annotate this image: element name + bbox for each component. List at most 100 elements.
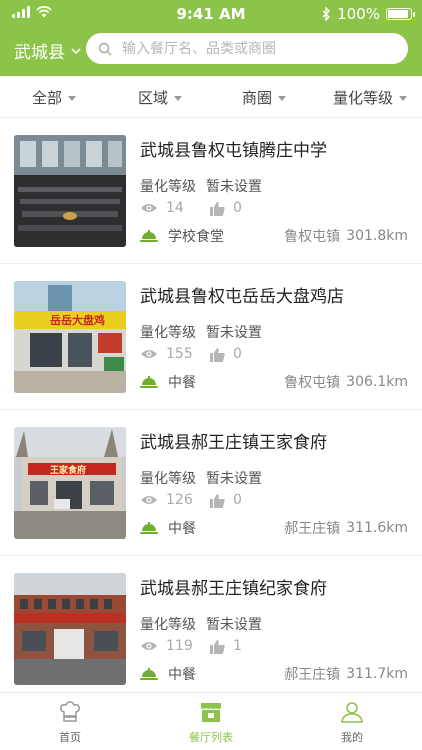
- restaurant-category: 学校食堂: [168, 229, 224, 245]
- thumbs-up-icon[interactable]: [210, 347, 225, 362]
- grade-value: 暂未设置: [206, 617, 262, 633]
- filter-all[interactable]: 全部: [32, 76, 77, 118]
- caret-down-icon: [399, 95, 408, 101]
- caret-down-icon: [68, 95, 77, 101]
- caret-down-icon: [174, 95, 183, 101]
- restaurant-name: 武城县郝王庄镇纪家食府: [140, 579, 327, 599]
- restaurant-icon: [201, 703, 221, 722]
- view-count: 14: [166, 200, 184, 216]
- restaurant-name: 武城县鲁权屯岳岳大盘鸡店: [140, 287, 344, 307]
- grade-value: 暂未设置: [206, 325, 262, 341]
- chevron-down-icon: [71, 47, 81, 54]
- restaurant-location: 鲁权屯镇: [284, 375, 341, 391]
- search-icon: [98, 42, 112, 56]
- tab-label: 首页: [59, 731, 81, 744]
- restaurant-photo: 岳岳大盘鸡: [14, 281, 126, 393]
- tab-home[interactable]: 首页: [0, 693, 140, 750]
- battery-percent: 100%: [337, 5, 380, 23]
- restaurant-card[interactable]: 岳岳大盘鸡 武城县鲁权屯岳岳大盘鸡店 量化等级 暂未设置 155 0 中餐 鲁权屯…: [0, 264, 422, 410]
- restaurant-category: 中餐: [168, 521, 196, 537]
- eye-icon: [141, 642, 157, 650]
- header-bar: 9:41 AM 100% 武城县: [0, 0, 422, 76]
- grade-row: 量化等级 暂未设置: [140, 614, 262, 634]
- category-row: 中餐 郝王庄镇 311.6km: [140, 518, 408, 538]
- battery-icon: [386, 8, 415, 20]
- tab-label: 我的: [341, 731, 363, 744]
- stats-row: 126 0: [140, 492, 277, 508]
- view-count: 119: [166, 638, 193, 654]
- grade-label: 量化等级: [140, 179, 196, 195]
- sign-text: 王家食府: [50, 464, 86, 476]
- grade-value: 暂未设置: [206, 179, 262, 195]
- search-box[interactable]: [86, 33, 408, 64]
- user-icon: [341, 702, 363, 723]
- restaurant-photo: [14, 135, 126, 247]
- eye-icon: [141, 496, 157, 504]
- restaurant-category: 中餐: [168, 375, 196, 391]
- filter-business-district[interactable]: 商圈: [242, 76, 287, 118]
- chef-hat-icon: [60, 701, 80, 722]
- tab-bar: 首页 餐厅列表 我的: [0, 692, 422, 750]
- thumbs-up-icon[interactable]: [210, 493, 225, 508]
- like-count: 0: [233, 346, 242, 362]
- dish-cover-icon: [140, 668, 158, 680]
- tab-restaurant-list[interactable]: 餐厅列表: [141, 693, 281, 750]
- search-input[interactable]: [122, 40, 382, 57]
- grade-label: 量化等级: [140, 471, 196, 487]
- like-count: 1: [233, 638, 242, 654]
- bluetooth-icon: [322, 7, 331, 21]
- eye-icon: [141, 350, 157, 358]
- thumbs-up-icon[interactable]: [210, 639, 225, 654]
- view-count: 155: [166, 346, 193, 362]
- restaurant-name: 武城县鲁权屯镇腾庄中学: [140, 141, 327, 161]
- category-row: 中餐 鲁权屯镇 306.1km: [140, 372, 408, 392]
- filter-label: 商圈: [242, 88, 273, 107]
- stats-row: 155 0: [140, 346, 277, 362]
- grade-label: 量化等级: [140, 325, 196, 341]
- grade-row: 量化等级 暂未设置: [140, 468, 262, 488]
- sign-text: 岳岳大盘鸡: [50, 313, 105, 327]
- restaurant-photo: 王家食府: [14, 427, 126, 539]
- like-count: 0: [233, 200, 242, 216]
- stats-row: 119 1: [140, 638, 277, 654]
- restaurant-distance: 301.8km: [346, 228, 408, 244]
- dish-cover-icon: [140, 522, 158, 534]
- category-row: 学校食堂 鲁权屯镇 301.8km: [140, 226, 408, 246]
- restaurant-location: 郝王庄镇: [284, 521, 341, 537]
- dish-cover-icon: [140, 376, 158, 388]
- grade-row: 量化等级 暂未设置: [140, 176, 262, 196]
- grade-label: 量化等级: [140, 617, 196, 633]
- grade-value: 暂未设置: [206, 471, 262, 487]
- restaurant-photo: [14, 573, 126, 685]
- filter-area[interactable]: 区域: [138, 76, 183, 118]
- filter-label: 区域: [138, 88, 169, 107]
- eye-icon: [141, 204, 157, 212]
- tab-profile[interactable]: 我的: [282, 693, 422, 750]
- status-bar: 9:41 AM 100%: [0, 0, 422, 28]
- filter-grade[interactable]: 量化等级: [333, 76, 408, 118]
- restaurant-card[interactable]: 武城县鲁权屯镇腾庄中学 量化等级 暂未设置 14 0 学校食堂 鲁权屯镇 301.…: [0, 118, 422, 264]
- stats-row: 14 0: [140, 200, 277, 216]
- filter-label: 全部: [32, 88, 63, 107]
- dish-cover-icon: [140, 230, 158, 242]
- restaurant-location: 鲁权屯镇: [284, 229, 341, 245]
- restaurant-distance: 306.1km: [346, 374, 408, 390]
- restaurant-name: 武城县郝王庄镇王家食府: [140, 433, 327, 453]
- tab-label: 餐厅列表: [189, 731, 233, 744]
- restaurant-card[interactable]: 武城县郝王庄镇纪家食府 量化等级 暂未设置 119 1 中餐 郝王庄镇 311.7…: [0, 556, 422, 702]
- filter-bar: 全部 区域 商圈 量化等级: [0, 76, 422, 118]
- restaurant-category: 中餐: [168, 667, 196, 683]
- view-count: 126: [166, 492, 193, 508]
- city-selector[interactable]: 武城县: [14, 38, 81, 63]
- category-row: 中餐 郝王庄镇 311.7km: [140, 664, 408, 684]
- restaurant-card[interactable]: 王家食府 武城县郝王庄镇王家食府 量化等级 暂未设置 126 0 中餐 郝王庄镇 …: [0, 410, 422, 556]
- restaurant-location: 郝王庄镇: [284, 667, 341, 683]
- restaurant-distance: 311.7km: [346, 666, 408, 682]
- restaurant-distance: 311.6km: [346, 520, 408, 536]
- city-label: 武城县: [14, 43, 65, 63]
- grade-row: 量化等级 暂未设置: [140, 322, 262, 342]
- thumbs-up-icon[interactable]: [210, 201, 225, 216]
- like-count: 0: [233, 492, 242, 508]
- caret-down-icon: [278, 95, 287, 101]
- filter-label: 量化等级: [333, 88, 394, 107]
